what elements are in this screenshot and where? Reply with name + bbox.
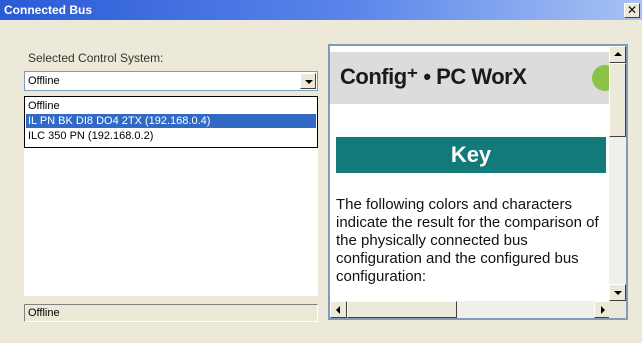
title-bar: Connected Bus ✕ [0,0,642,20]
scroll-down-icon[interactable] [609,284,626,301]
bus-list-area [24,148,318,296]
control-system-combo[interactable]: Offline [24,71,318,91]
vertical-scroll-thumb[interactable] [609,63,626,137]
dropdown-option-offline[interactable]: Offline [26,99,316,113]
status-text: Offline [28,307,60,319]
key-heading: Key [336,137,606,173]
help-body-text: The following colors and characters indi… [336,196,599,285]
selected-control-system-label: Selected Control System: [28,51,164,65]
scrollbar-corner [609,301,626,318]
status-bar: Offline [24,304,318,322]
dropdown-arrow-icon[interactable] [300,73,316,89]
window-title: Connected Bus [4,3,93,17]
vertical-scrollbar[interactable] [609,46,626,301]
horizontal-scroll-thumb[interactable] [347,301,457,318]
help-panel: Config⁺ • PC WorX Key The following colo… [328,44,628,320]
control-system-dropdown-list: Offline IL PN BK DI8 DO4 2TX (192.168.0.… [24,96,318,148]
logo-bar: Config⁺ • PC WorX [330,52,611,104]
horizontal-scrollbar[interactable] [330,301,611,318]
combo-value: Offline [28,75,60,87]
dropdown-option-ilc-350[interactable]: ILC 350 PN (192.168.0.2) [26,129,316,143]
close-button[interactable]: ✕ [624,3,640,18]
scroll-up-icon[interactable] [609,46,626,63]
dropdown-option-il-pn-bk[interactable]: IL PN BK DI8 DO4 2TX (192.168.0.4) [26,114,316,128]
help-content: Config⁺ • PC WorX Key The following colo… [330,46,611,301]
config-pc-worx-logo: Config⁺ • PC WorX [340,64,527,89]
scroll-left-icon[interactable] [330,301,347,318]
close-icon: ✕ [626,3,638,17]
